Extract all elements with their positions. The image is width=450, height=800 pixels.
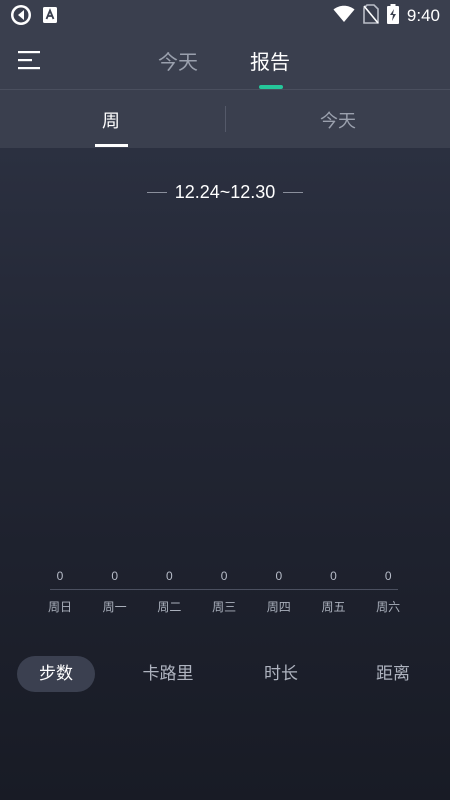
menu-button[interactable] [16,47,42,73]
chart-value-label: 0 [275,569,283,583]
no-sim-icon [363,4,379,28]
app-logo-icon [10,4,32,30]
subtab-today[interactable]: 今天 [320,107,356,133]
metric-tab[interactable]: 卡路里 [143,656,194,692]
metric-tab[interactable]: 距离 [376,656,410,692]
date-range-text: 12.24~12.30 [174,181,276,202]
battery-charging-icon [386,4,399,28]
metric-tabs: 步数 卡路里 时长 距离 [0,656,450,692]
chart-day-label: 周一 [102,600,127,614]
status-right: 9:40 [333,4,440,28]
chart-value-label: 0 [384,569,392,583]
chart-day-label: 周六 [376,600,401,614]
chart-value-label: 0 [166,569,173,583]
chart-value-label: 0 [111,569,119,583]
metric-tab[interactable]: 时长 [264,656,298,692]
date-dash-right [283,191,304,193]
sub-tabs: 周 今天 [0,90,450,148]
chart-day-label: 周五 [321,600,346,614]
report-screen: 9:40 今天 报告 周 今天 12.24~12.30 0 周日 0 周一 0 周二 0 周三… [0,0,450,800]
subtab-divider [225,106,226,132]
tab-indicator [259,85,283,89]
status-time: 9:40 [406,6,440,25]
notification-a-icon [42,6,58,28]
status-left [10,4,58,30]
chart-day-label: 周日 [47,600,73,614]
chart-baseline [50,589,398,590]
chart-value-label: 0 [56,569,64,583]
status-bar: 9:40 [0,0,450,30]
tab-report[interactable]: 报告 [250,46,290,75]
subtab-week[interactable]: 周 [102,107,120,133]
date-dash-left [146,191,167,193]
chart-day-label: 周四 [266,600,291,614]
chart-day-label: 周二 [157,600,182,614]
chart-value-label: 0 [220,569,228,583]
subtab-indicator [95,144,128,147]
wifi-icon [333,5,355,27]
chart-day-label: 周三 [212,600,237,614]
weekly-bar-chart: 0 周日 0 周一 0 周二 0 周三 0 周四 0 周五 0 周六 [0,560,450,620]
date-range: 12.24~12.30 [0,180,450,204]
chart-value-label: 0 [330,569,337,583]
tab-today[interactable]: 今天 [158,46,198,75]
menu-icon [18,51,40,70]
metric-tab[interactable]: 步数 [17,656,95,692]
app-bar: 今天 报告 [0,30,450,90]
